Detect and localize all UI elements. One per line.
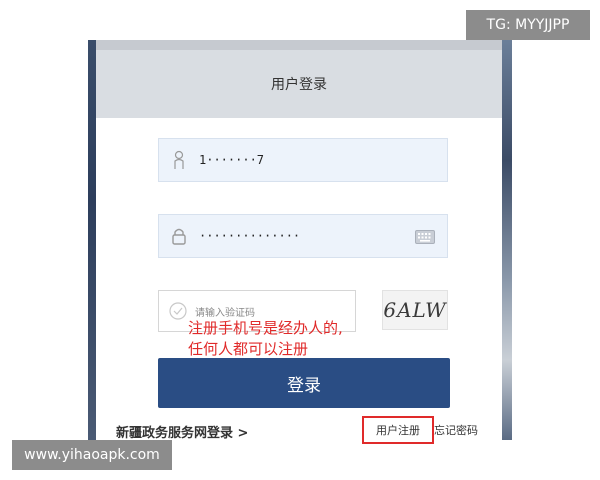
page-title: 用户登录 xyxy=(271,77,327,93)
username-value: 1·······7 xyxy=(199,153,265,167)
forgot-password-link[interactable]: 忘记密码 xyxy=(434,422,478,438)
captcha-text: 6ALW xyxy=(383,298,447,322)
captcha-placeholder: 请输入验证码 xyxy=(195,307,255,319)
background-right xyxy=(502,40,512,440)
gov-service-login-link[interactable]: 新疆政务服务网登录 > xyxy=(116,422,248,441)
panel-top-bar xyxy=(96,40,502,50)
background-left xyxy=(88,40,96,440)
password-value: ·············· xyxy=(199,229,301,243)
check-circle-icon xyxy=(169,302,187,320)
login-header: 用户登录 xyxy=(96,50,502,118)
top-watermark: TG: MYYJJPP xyxy=(466,10,590,40)
red-annotation: 注册手机号是经办人的, 任何人都可以注册 xyxy=(188,319,343,358)
password-field[interactable]: ·············· xyxy=(158,214,448,258)
bottom-watermark: www.yihaoapk.com xyxy=(12,440,172,470)
bottom-watermark-text: www.yihaoapk.com xyxy=(24,447,160,463)
top-watermark-text: TG: MYYJJPP xyxy=(486,17,570,33)
register-label: 用户注册 xyxy=(376,424,420,437)
captcha-image[interactable]: 6ALW xyxy=(382,290,448,330)
user-icon xyxy=(159,138,199,182)
login-panel: 用户登录 1·······7 ·············· 请输入验证码 6AL… xyxy=(96,40,502,444)
keyboard-icon[interactable] xyxy=(415,229,435,248)
username-field[interactable]: 1·······7 xyxy=(158,138,448,182)
login-button[interactable]: 登录 xyxy=(158,358,450,408)
register-link[interactable]: 用户注册 xyxy=(362,416,434,444)
login-button-label: 登录 xyxy=(287,375,321,396)
lock-icon xyxy=(159,214,199,258)
